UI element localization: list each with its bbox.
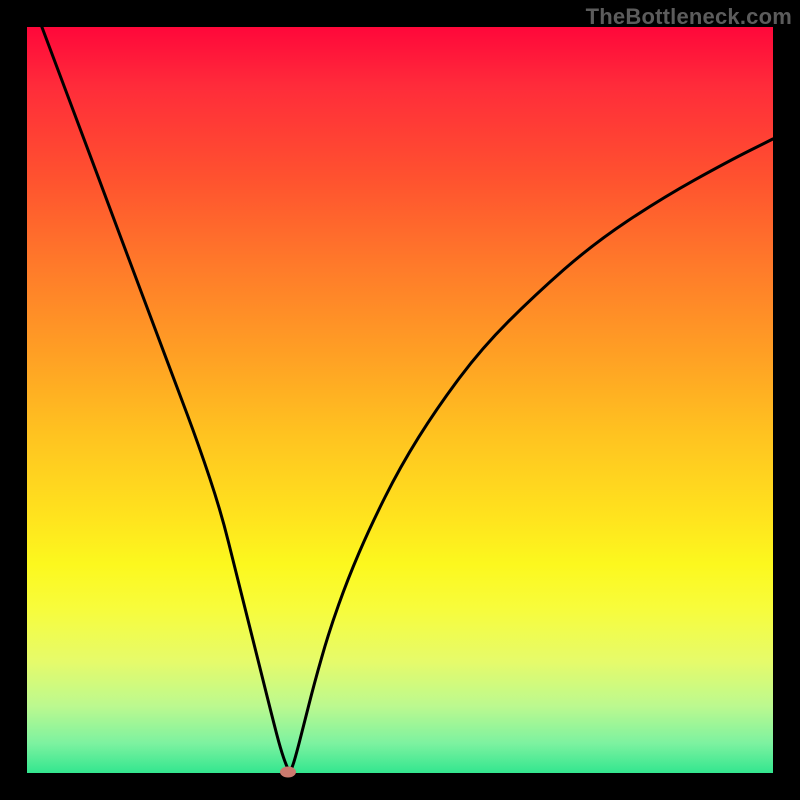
curve-svg bbox=[27, 27, 773, 773]
chart-frame: TheBottleneck.com bbox=[0, 0, 800, 800]
plot-area bbox=[27, 27, 773, 773]
watermark-text: TheBottleneck.com bbox=[586, 4, 792, 30]
bottleneck-curve bbox=[42, 27, 773, 771]
optimal-point-marker bbox=[280, 766, 296, 777]
